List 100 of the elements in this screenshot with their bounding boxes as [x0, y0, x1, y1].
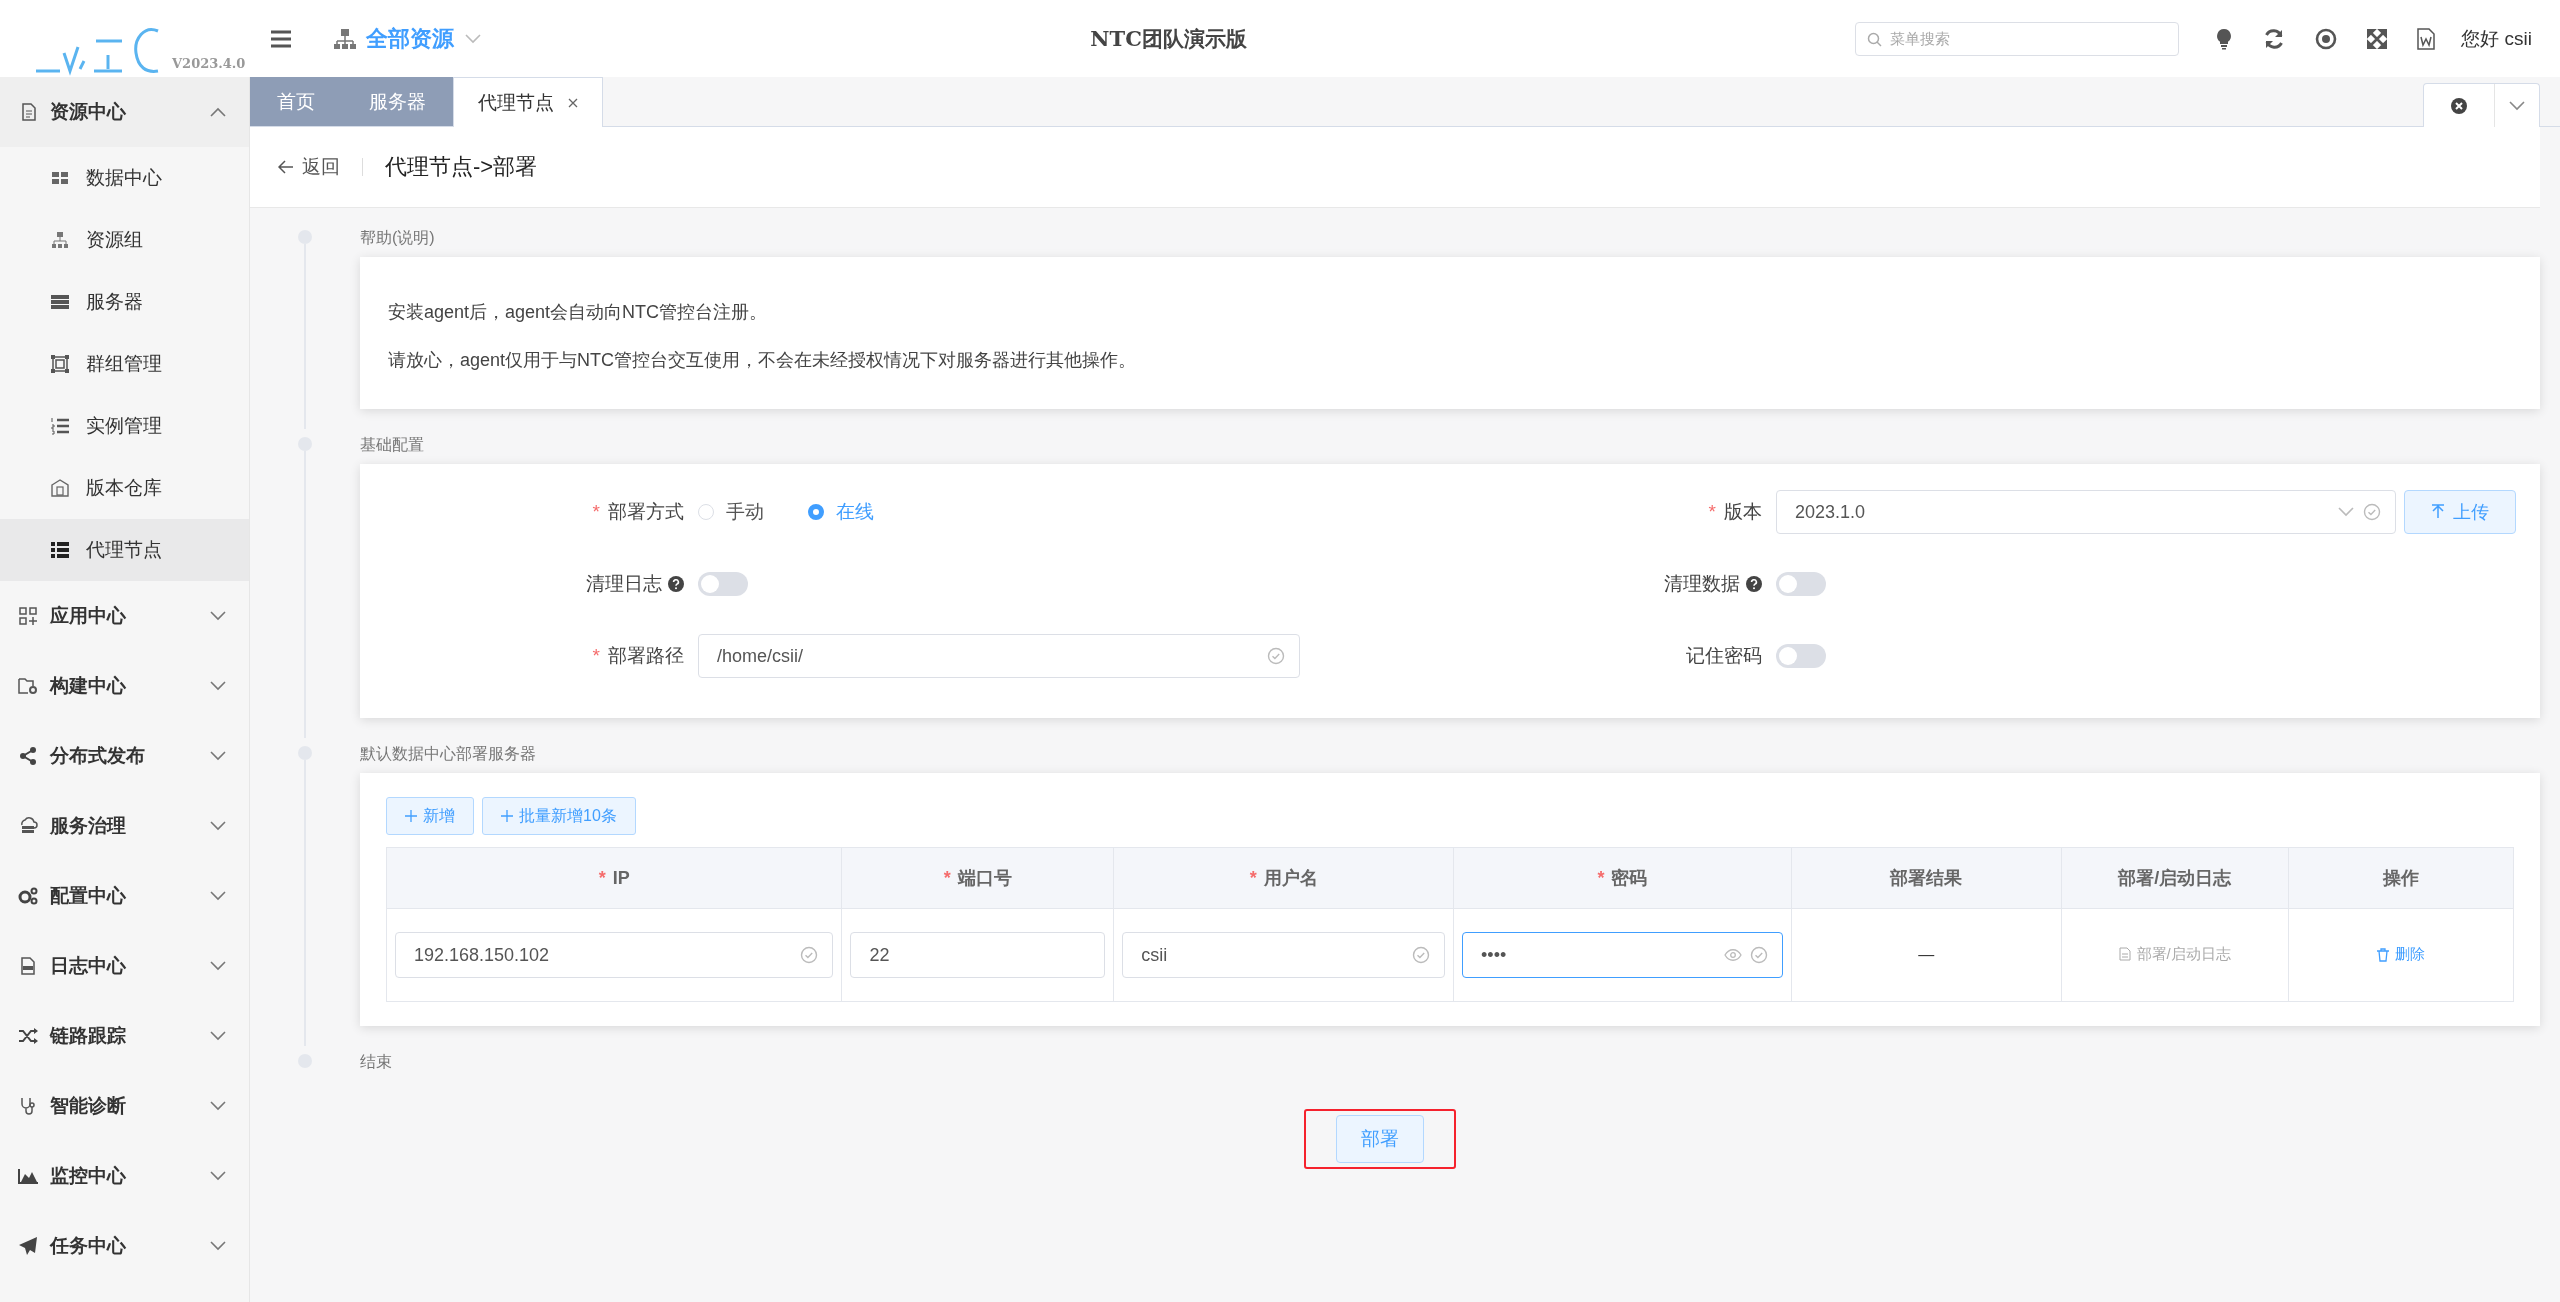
menu-search-field[interactable]: 菜单搜索 [1855, 21, 2180, 56]
step-title: 基础配置 [360, 435, 425, 455]
version-select[interactable]: 2023.1.0 [1776, 490, 2396, 534]
sidebar-item[interactable]: 群组管理 [0, 333, 249, 395]
back-link[interactable]: 返回 [278, 154, 340, 180]
plus-icon [405, 810, 417, 822]
sidebar-item[interactable]: 资源组 [0, 209, 249, 271]
chevron-down-icon [209, 750, 227, 762]
check-circle-icon [2363, 503, 2381, 521]
check-circle-icon [1412, 946, 1431, 964]
sidebar-group[interactable]: 日志中心 [0, 931, 249, 1001]
toggle-switch[interactable] [698, 572, 748, 596]
column-header: 操作 [2288, 847, 2514, 909]
user-greeting[interactable]: 您好 csii [2461, 25, 2532, 52]
grid-icon [52, 172, 68, 184]
sidebar-group[interactable]: 任务中心 [0, 1211, 249, 1281]
stethoscope-icon [19, 1097, 37, 1115]
menu-icon[interactable] [270, 28, 292, 49]
step-title: 默认数据中心部署服务器 [360, 744, 537, 764]
page-title: 代理节点->部署 [385, 153, 538, 181]
column-header: 部署结果 [1791, 847, 2062, 909]
app-title: NTC团队演示版 [1089, 24, 1248, 53]
chevron-down-icon [209, 1030, 227, 1042]
check-circle-icon [1749, 946, 1768, 964]
sidebar-item[interactable]: 代理节点 [0, 519, 249, 581]
field-label: 清理日志 [360, 571, 698, 597]
check-circle-icon [800, 946, 819, 964]
chevron-down-icon [209, 890, 227, 902]
lightbulb-icon[interactable] [2215, 27, 2234, 50]
sidebar-group[interactable]: 监控中心 [0, 1141, 249, 1211]
column-header: * 密码 [1453, 847, 1792, 909]
help-text: 请放心，agent仅用于与NTC管控台交互使用，不会在未经授权情况下对服务器进行其他操作。 [388, 349, 1138, 372]
chevron-down-icon [2337, 506, 2355, 518]
sidebar-item[interactable]: 服务器 [0, 271, 249, 333]
chevron-down-icon [209, 1100, 227, 1112]
username-input[interactable]: csii [1122, 932, 1446, 978]
check-circle-icon [1267, 647, 1285, 665]
sidebar-item[interactable]: 实例管理 [0, 395, 249, 457]
paper-plane-icon [19, 1237, 37, 1255]
path-input[interactable]: /home/csii/ [698, 634, 1300, 678]
sidebar-group[interactable]: 服务治理 [0, 791, 249, 861]
sidebar-group[interactable]: 构建中心 [0, 651, 249, 721]
close-circle-icon[interactable] [2450, 96, 2468, 115]
version-label: V2023.4.0 [172, 56, 246, 71]
help-icon [668, 576, 684, 592]
ip-input[interactable]: 192.168.150.102 [395, 932, 834, 978]
sidebar-group[interactable]: 配置中心 [0, 861, 249, 931]
radio-option[interactable]: 手动 [698, 499, 764, 525]
table-cell: — [1791, 908, 2062, 1002]
sidebar-item[interactable]: 版本仓库 [0, 457, 249, 519]
document-icon [2118, 947, 2131, 962]
cloud-server-icon [18, 817, 38, 835]
shuffle-icon [18, 1028, 38, 1044]
field-label: 记住密码 [1685, 644, 1763, 668]
plus-icon [501, 810, 513, 822]
column-header: * 端口号 [841, 847, 1114, 909]
apps-icon [19, 607, 37, 625]
fullscreen-icon[interactable] [2367, 28, 2388, 49]
network-icon [334, 27, 356, 50]
chevron-down-icon [209, 960, 227, 972]
toggle-switch[interactable] [1776, 572, 1826, 596]
chevron-down-icon [209, 680, 227, 692]
column-header: 部署/启动日志 [2061, 847, 2289, 909]
step-title: 帮助(说明) [360, 228, 436, 248]
sidebar-group[interactable]: 链路跟踪 [0, 1001, 249, 1071]
help-icon [1746, 576, 1762, 592]
word-document-icon[interactable] [2417, 27, 2436, 50]
sidebar-group[interactable]: 应用中心 [0, 581, 249, 651]
port-input[interactable]: 22 [850, 932, 1106, 978]
search-icon [1867, 31, 1883, 47]
field-label: * 部署路径 [591, 644, 685, 668]
numbered-list-icon [51, 417, 69, 435]
chevron-down-icon [464, 32, 482, 45]
arrow-left-icon [278, 160, 294, 174]
list-icon [51, 542, 69, 558]
password-input[interactable]: •••• [1462, 932, 1783, 978]
column-header: * IP [386, 847, 842, 909]
sidebar-group[interactable]: 智能诊断 [0, 1071, 249, 1141]
help-text: 安装agent后，agent会自动向NTC管控台注册。 [388, 301, 769, 324]
field-label: 清理数据 [1438, 571, 1776, 597]
close-icon[interactable] [568, 97, 578, 108]
column-header: * 用户名 [1113, 847, 1454, 909]
chevron-down-icon [209, 1240, 227, 1252]
target-icon[interactable] [2315, 27, 2338, 50]
page-tab[interactable]: 代理节点 [453, 77, 603, 127]
network-icon [52, 232, 68, 248]
sidebar-item[interactable]: 数据中心 [0, 147, 249, 209]
sidebar-group[interactable]: 资源中心 [0, 77, 249, 147]
gears-icon [18, 887, 38, 905]
step-title: 结束 [360, 1052, 393, 1072]
sidebar-group[interactable]: 分布式发布 [0, 721, 249, 791]
field-label: * 部署方式 [591, 500, 685, 524]
upload-icon [2431, 504, 2445, 520]
chevron-down-icon [209, 820, 227, 832]
area-chart-icon [18, 1168, 38, 1184]
chevron-down-icon [209, 610, 227, 622]
chevron-down-icon [209, 1170, 227, 1182]
folder-gear-icon [18, 677, 38, 695]
toggle-switch[interactable] [1776, 644, 1826, 668]
chevron-up-icon [209, 106, 227, 118]
